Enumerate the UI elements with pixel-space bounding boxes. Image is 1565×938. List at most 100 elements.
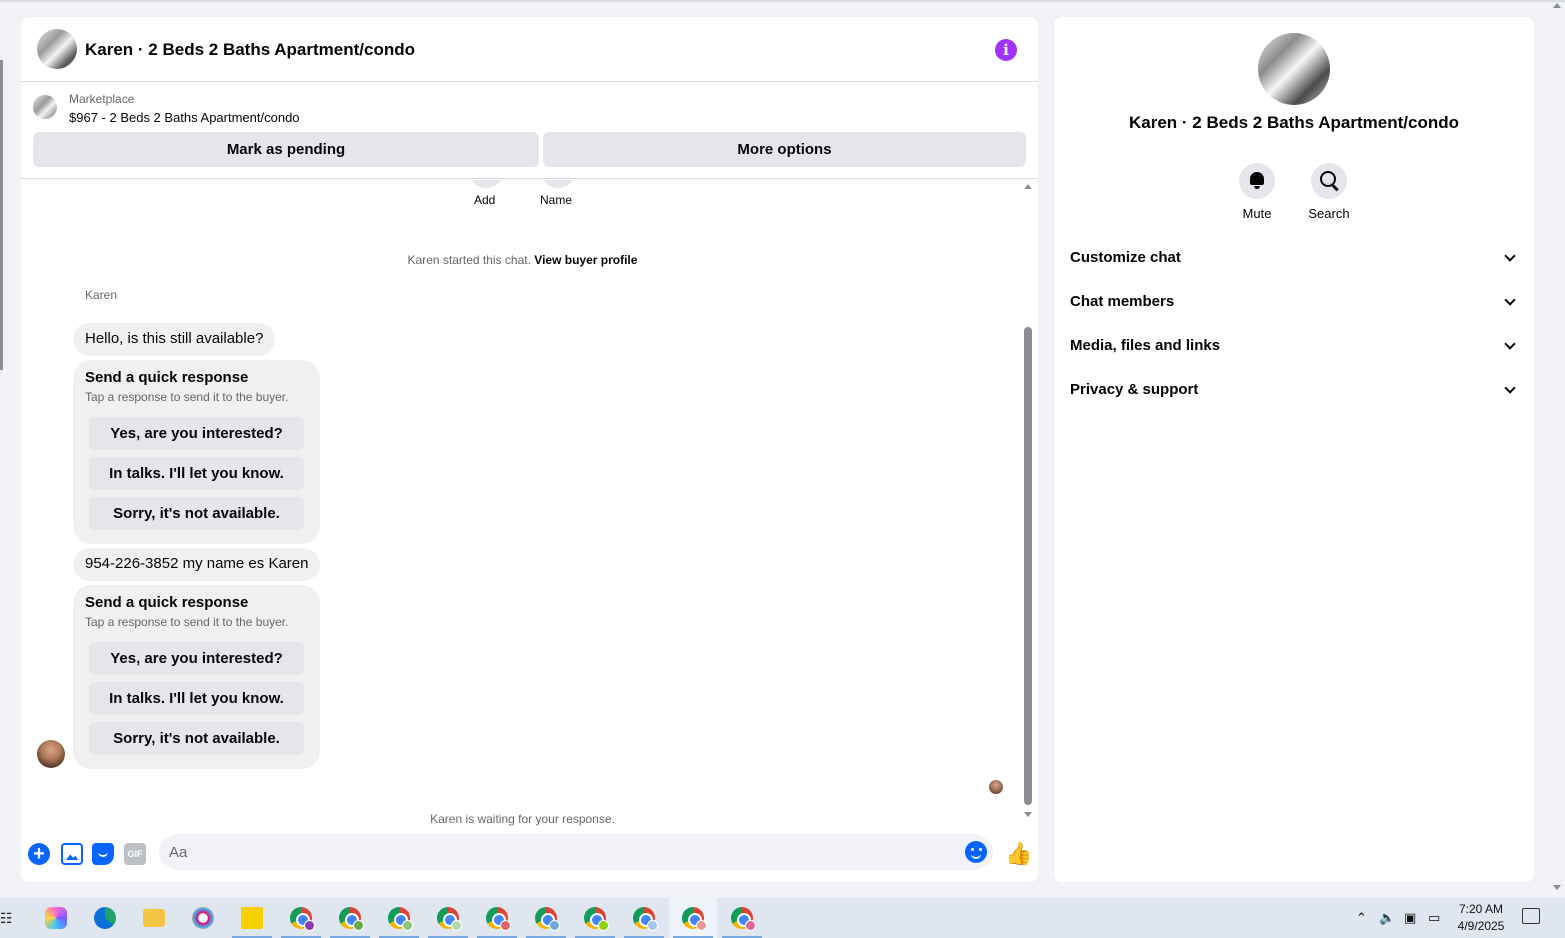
sticky-notes-app[interactable] — [228, 898, 276, 938]
chat-panel: Karen · 2 Beds 2 Baths Apartment/condo i… — [21, 17, 1038, 882]
more-options-button[interactable]: More options — [543, 132, 1026, 167]
listing-title[interactable]: $967 - 2 Beds 2 Baths Apartment/condo — [69, 110, 300, 125]
message-bubble[interactable]: 954-226-3852 my name es Karen — [73, 548, 321, 581]
sender-avatar[interactable] — [37, 740, 65, 768]
details-avatar[interactable] — [1258, 33, 1330, 105]
meet-now-icon[interactable]: ▣ — [1404, 898, 1416, 938]
profile-badge-icon — [500, 920, 511, 931]
show-hidden-icons-icon[interactable]: ⌃ — [1356, 898, 1367, 938]
section-label: Media, files and links — [1070, 337, 1221, 354]
chrome-window[interactable] — [522, 898, 570, 938]
chrome-window[interactable] — [277, 898, 325, 938]
chat-started-notice: Karen started this chat. View buyer prof… — [21, 253, 1024, 267]
profile-badge-icon — [745, 920, 756, 931]
profile-badge-icon — [549, 920, 560, 931]
file-explorer-app[interactable] — [130, 898, 178, 938]
quick-response-option[interactable]: In talks. I'll let you know. — [89, 682, 304, 715]
profile-badge-icon — [353, 920, 364, 931]
chrome-window[interactable] — [375, 898, 423, 938]
search-button[interactable]: Search — [1299, 163, 1359, 221]
add-action-label[interactable]: Add — [474, 193, 495, 207]
info-icon[interactable]: i — [995, 39, 1017, 61]
quick-response-title: Send a quick response — [85, 369, 249, 386]
quick-response-subtitle: Tap a response to send it to the buyer. — [85, 615, 289, 629]
chrome-window[interactable] — [473, 898, 521, 938]
waiting-notice: Karen is waiting for your response. — [430, 812, 615, 826]
message-input[interactable] — [169, 834, 949, 870]
section-media-files-links[interactable]: Media, files and links — [1070, 326, 1518, 366]
section-privacy-support[interactable]: Privacy & support — [1070, 370, 1518, 410]
chrome-window[interactable] — [620, 898, 668, 938]
scroll-up-arrow-icon[interactable] — [1024, 184, 1032, 189]
quick-response-title: Send a quick response — [85, 594, 249, 611]
quick-response-card: Send a quick response Tap a response to … — [73, 585, 320, 769]
chat-title[interactable]: Karen · 2 Beds 2 Baths Apartment/condo — [85, 40, 415, 60]
page-scroll-down-icon[interactable] — [1553, 885, 1561, 890]
profile-badge-icon — [402, 920, 413, 931]
sender-name: Karen — [85, 288, 118, 302]
volume-icon[interactable]: 🔈 — [1379, 898, 1395, 938]
quick-response-option[interactable]: In talks. I'll let you know. — [89, 457, 304, 490]
chrome-window[interactable] — [424, 898, 472, 938]
taskbar: ☷ ⌃ 🔈 ▣ ▭ 7:20 AM 4/9/2025 — [0, 898, 1565, 938]
emoji-icon[interactable] — [965, 841, 987, 863]
quick-response-subtitle: Tap a response to send it to the buyer. — [85, 390, 289, 404]
copilot-app[interactable] — [32, 898, 80, 938]
network-icon[interactable]: ▭ — [1428, 898, 1440, 938]
read-receipt-avatar — [989, 780, 1003, 794]
chevron-down-icon — [1504, 382, 1516, 394]
chrome-window[interactable] — [718, 898, 766, 938]
chat-avatar[interactable] — [37, 29, 77, 69]
profile-badge-icon — [647, 920, 658, 931]
name-action-icon[interactable] — [541, 180, 575, 188]
quick-response-option[interactable]: Yes, are you interested? — [89, 417, 304, 450]
message-scrollbar[interactable] — [1021, 182, 1038, 822]
page-scroll-up-icon[interactable] — [1553, 3, 1561, 8]
quick-response-option[interactable]: Yes, are you interested? — [89, 642, 304, 675]
system-clock[interactable]: 7:20 AM 4/9/2025 — [1452, 901, 1510, 935]
section-customize-chat[interactable]: Customize chat — [1070, 238, 1518, 278]
add-action-icon[interactable] — [469, 180, 503, 188]
notification-center-icon[interactable] — [1522, 908, 1540, 924]
message-input-wrapper — [159, 834, 993, 870]
quick-response-card: Send a quick response Tap a response to … — [73, 360, 320, 544]
scrollbar-thumb[interactable] — [1024, 327, 1032, 805]
profile-badge-icon — [598, 920, 609, 931]
folder-icon — [143, 909, 165, 927]
chrome-window[interactable] — [571, 898, 619, 938]
chrome-window-active[interactable] — [669, 898, 717, 938]
section-label: Chat members — [1070, 293, 1175, 310]
scroll-down-arrow-icon[interactable] — [1024, 812, 1032, 817]
name-action-label[interactable]: Name — [540, 193, 572, 207]
sticker-icon[interactable] — [92, 843, 114, 865]
task-view-icon[interactable]: ☷ — [0, 910, 13, 927]
quick-response-option[interactable]: Sorry, it's not available. — [89, 722, 304, 755]
thumbs-up-icon[interactable]: 👍 — [1005, 842, 1032, 866]
listing-thumbnail[interactable] — [33, 95, 57, 119]
plus-icon[interactable]: + — [28, 843, 50, 865]
clock-date: 4/9/2025 — [1457, 919, 1505, 933]
message-bubble[interactable]: Hello, is this still available? — [73, 323, 276, 356]
profile-badge-icon — [696, 920, 707, 931]
chrome-window[interactable] — [326, 898, 374, 938]
paint-app[interactable] — [179, 898, 227, 938]
paint-icon — [192, 907, 214, 929]
search-icon[interactable] — [1311, 163, 1347, 199]
clock-time: 7:20 AM — [1458, 902, 1504, 916]
left-scrollbar-edge[interactable] — [0, 60, 3, 370]
gif-icon[interactable]: GIF — [124, 843, 146, 865]
section-chat-members[interactable]: Chat members — [1070, 282, 1518, 322]
chat-details-panel: Karen · 2 Beds 2 Baths Apartment/condo M… — [1054, 17, 1534, 882]
photo-icon[interactable] — [61, 843, 83, 865]
mute-button[interactable]: Mute — [1227, 163, 1287, 221]
message-composer: + GIF 👍 — [21, 832, 1038, 882]
section-label: Customize chat — [1070, 249, 1181, 266]
quick-response-option[interactable]: Sorry, it's not available. — [89, 497, 304, 530]
view-buyer-profile-link[interactable]: View buyer profile — [534, 253, 637, 267]
mark-as-pending-button[interactable]: Mark as pending — [33, 132, 539, 167]
profile-badge-icon — [451, 920, 462, 931]
edge-app[interactable] — [81, 898, 129, 938]
mute-label: Mute — [1242, 206, 1272, 221]
chevron-down-icon — [1504, 294, 1516, 306]
bell-icon[interactable] — [1239, 163, 1275, 199]
